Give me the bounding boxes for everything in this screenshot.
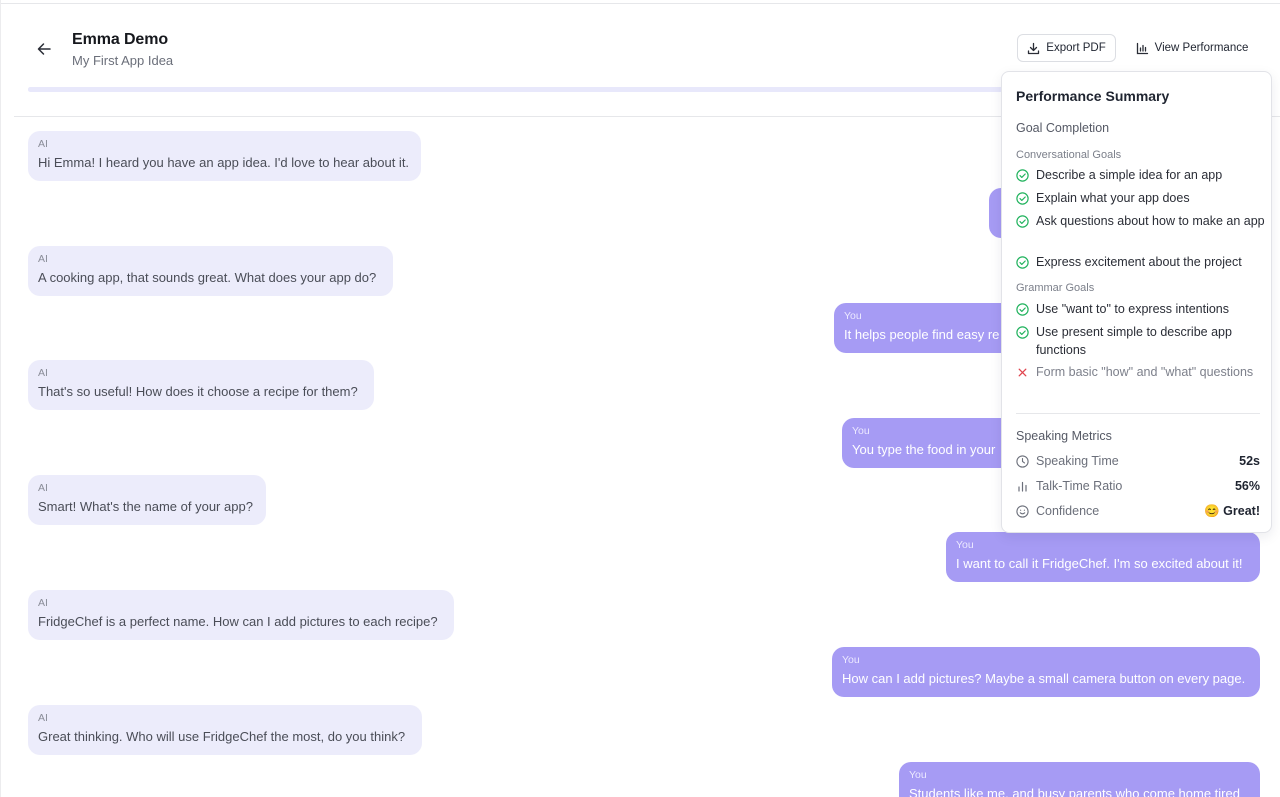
message-sender: AI <box>38 367 48 379</box>
message-sender: AI <box>38 597 48 609</box>
goal-text: Explain what your app does <box>1036 191 1190 205</box>
bar-chart-icon <box>1018 481 1027 492</box>
conversational-goal: Express excitement about the project <box>1016 253 1266 271</box>
smile-icon <box>1016 504 1029 518</box>
message-sender: You <box>852 425 870 437</box>
speaking-metrics-heading: Speaking Metrics <box>1016 429 1112 443</box>
confidence-metric: Confidence 😊 Great! <box>1016 502 1260 520</box>
conversational-goal: Explain what your app does <box>1016 189 1266 207</box>
check-circle-icon <box>1016 169 1029 182</box>
message-text: A cooking app, that sounds great. What d… <box>38 270 377 285</box>
download-icon <box>1028 42 1040 54</box>
goal-text: Form basic "how" and "what" questions <box>1036 365 1254 379</box>
user-message: You It helps people find easy re <box>834 303 1019 353</box>
metric-value: 52s <box>1239 454 1260 468</box>
message-text: Hi Emma! I heard you have an app idea. I… <box>38 155 410 170</box>
conversational-goal: Ask questions about how to make an app <box>1016 212 1266 230</box>
metric-label: Confidence <box>1036 504 1100 518</box>
goal-text: Ask questions about how to make an app <box>1036 214 1265 228</box>
message-text: Great thinking. Who will use FridgeChef … <box>38 729 406 744</box>
left-border <box>0 0 1 797</box>
message-text: I want to call it FridgeChef. I'm so exc… <box>956 556 1243 571</box>
message-text: You type the food in your <box>852 442 996 457</box>
conversational-goals-heading: Conversational Goals <box>1016 149 1122 161</box>
conversational-goal: Describe a simple idea for an app <box>1016 166 1266 184</box>
message-sender: You <box>909 769 927 781</box>
view-performance-label: View Performance <box>1154 42 1249 54</box>
performance-summary-panel: Performance Summary Goal Completion Conv… <box>1001 71 1272 533</box>
message-sender: You <box>956 539 974 551</box>
goal-text: Express excitement about the project <box>1036 255 1242 269</box>
message-text: That's so useful! How does it choose a r… <box>38 384 358 399</box>
metric-label: Talk-Time Ratio <box>1036 479 1123 493</box>
ai-message: AI Hi Emma! I heard you have an app idea… <box>28 131 421 181</box>
metric-label: Speaking Time <box>1036 454 1119 468</box>
page-subtitle: My First App Idea <box>72 53 174 68</box>
top-border <box>0 3 1280 4</box>
message-sender: AI <box>38 482 48 494</box>
page-title: Emma Demo <box>72 31 169 48</box>
message-sender: AI <box>38 712 48 724</box>
ai-message: AI Great thinking. Who will use FridgeCh… <box>28 705 422 755</box>
message-text: FridgeChef is a perfect name. How can I … <box>38 614 438 629</box>
talk-ratio-metric: Talk-Time Ratio 56% <box>1016 477 1260 495</box>
back-button[interactable] <box>34 39 54 59</box>
message-text: How can I add pictures? Maybe a small ca… <box>842 671 1246 686</box>
check-circle-icon <box>1016 326 1029 339</box>
metric-value: 56% <box>1234 479 1260 493</box>
goal-text: Use present simple to describe app funct… <box>1036 325 1232 357</box>
message-sender: You <box>842 654 860 666</box>
message-sender: You <box>844 310 862 322</box>
metric-value: 😊 Great! <box>1204 503 1260 518</box>
check-circle-icon <box>1016 256 1029 269</box>
ai-message: AI Smart! What's the name of your app? <box>28 475 266 525</box>
grammar-goals-heading: Grammar Goals <box>1016 282 1095 294</box>
message-text: It helps people find easy re <box>844 327 1000 342</box>
ai-message: AI FridgeChef is a perfect name. How can… <box>28 590 454 640</box>
check-circle-icon <box>1016 215 1029 228</box>
check-circle-icon <box>1016 192 1029 205</box>
grammar-goal: Use "want to" to express intentions <box>1016 300 1266 318</box>
message-text: Smart! What's the name of your app? <box>38 499 253 514</box>
bar-chart-icon <box>1136 42 1148 54</box>
export-pdf-button[interactable]: Export PDF <box>1017 34 1116 62</box>
x-icon <box>1018 368 1027 377</box>
export-pdf-label: Export PDF <box>1046 42 1106 54</box>
panel-divider <box>1016 413 1260 414</box>
message-sender: AI <box>38 253 48 265</box>
goal-completion-heading: Goal Completion <box>1016 121 1110 135</box>
check-circle-icon <box>1016 303 1029 316</box>
user-message: You How can I add pictures? Maybe a smal… <box>832 647 1260 697</box>
goal-text: Use "want to" to express intentions <box>1036 302 1229 316</box>
user-message: You I want to call it FridgeChef. I'm so… <box>946 532 1260 582</box>
message-text: Students like me, and busy parents who c… <box>909 786 1240 797</box>
goal-text: Describe a simple idea for an app <box>1036 168 1223 182</box>
user-message: You Students like me, and busy parents w… <box>899 762 1260 797</box>
message-sender: AI <box>38 138 48 150</box>
grammar-goal: Use present simple to describe app funct… <box>1016 323 1266 359</box>
user-message: You You type the food in your <box>842 418 1019 468</box>
ai-message: AI That's so useful! How does it choose … <box>28 360 374 410</box>
ai-message: AI A cooking app, that sounds great. Wha… <box>28 246 393 296</box>
grammar-goal: Form basic "how" and "what" questions <box>1016 363 1266 381</box>
clock-icon <box>1016 454 1029 468</box>
view-performance-button[interactable]: View Performance <box>1130 34 1254 62</box>
panel-title: Performance Summary <box>1016 88 1170 104</box>
speaking-time-metric: Speaking Time 52s <box>1016 452 1260 470</box>
arrow-left-icon <box>37 43 51 55</box>
